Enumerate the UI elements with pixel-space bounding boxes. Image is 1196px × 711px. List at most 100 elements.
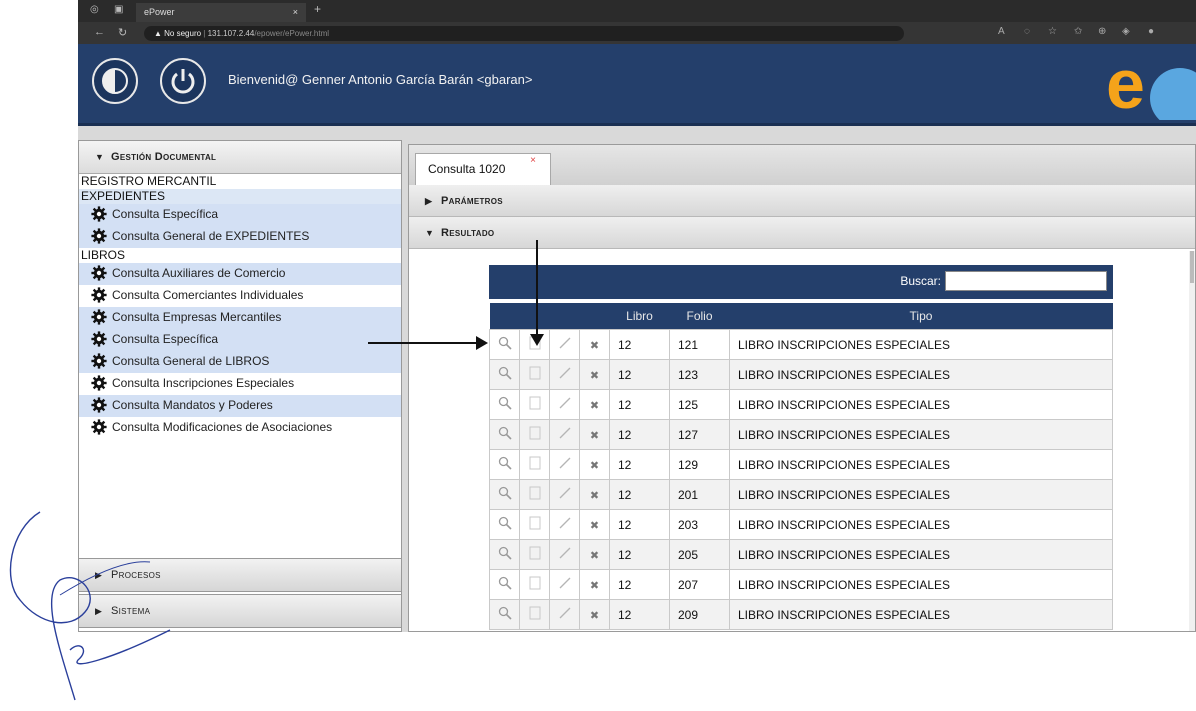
delete-button[interactable]: ✖: [579, 359, 610, 390]
tab-close-icon[interactable]: ×: [530, 146, 536, 176]
delete-button[interactable]: ✖: [579, 509, 610, 540]
menu-section-expedientes[interactable]: EXPEDIENTES: [79, 189, 401, 204]
magnifier-button[interactable]: [489, 359, 520, 390]
gear-icon: [91, 331, 107, 347]
pencil-button[interactable]: [549, 449, 580, 480]
pencil-button[interactable]: [549, 479, 580, 510]
cell-libro: 12: [609, 419, 670, 450]
scrollbar[interactable]: [1189, 251, 1195, 631]
menu-item[interactable]: Consulta Específica: [79, 329, 401, 351]
profile-icon[interactable]: ●: [1148, 26, 1154, 37]
menu-item-label: Consulta Específica: [112, 332, 219, 346]
section-parametros[interactable]: ▶ Parámetros: [409, 185, 1195, 217]
menu-item[interactable]: Consulta Auxiliares de Comercio: [79, 263, 401, 285]
table-row[interactable]: ✖ 12 203 LIBRO INSCRIPCIONES ESPECIALES: [489, 509, 1113, 540]
table-row[interactable]: ✖ 12 125 LIBRO INSCRIPCIONES ESPECIALES: [489, 389, 1113, 420]
menu-section-registro-mercantil[interactable]: REGISTRO MERCANTIL: [79, 174, 401, 189]
pencil-button[interactable]: [549, 359, 580, 390]
menu-item[interactable]: Consulta Inscripciones Especiales: [79, 373, 401, 395]
pencil-button[interactable]: [549, 569, 580, 600]
new-tab-button[interactable]: +: [314, 2, 321, 16]
logout-button[interactable]: [160, 58, 206, 104]
column-libro[interactable]: Libro: [609, 303, 670, 330]
browser-tab[interactable]: ePower ×: [136, 3, 306, 22]
browser-essentials-icon[interactable]: ◈: [1122, 26, 1130, 37]
table-row[interactable]: ✖ 12 121 LIBRO INSCRIPCIONES ESPECIALES: [489, 329, 1113, 360]
document-button[interactable]: [519, 449, 550, 480]
document-button[interactable]: [519, 599, 550, 630]
menu-item[interactable]: Consulta Modificaciones de Asociaciones: [79, 417, 401, 439]
menu-item[interactable]: Consulta Comerciantes Individuales: [79, 285, 401, 307]
favorites-icon[interactable]: ✩: [1074, 26, 1082, 37]
pencil-button[interactable]: [549, 509, 580, 540]
magnifier-button[interactable]: [489, 419, 520, 450]
delete-button[interactable]: ✖: [579, 389, 610, 420]
delete-button[interactable]: ✖: [579, 329, 610, 360]
magnifier-button[interactable]: [489, 479, 520, 510]
document-icon: [529, 366, 541, 383]
collections-icon[interactable]: ⊕: [1098, 26, 1106, 37]
magnifier-button[interactable]: [489, 389, 520, 420]
document-button[interactable]: [519, 359, 550, 390]
pencil-button[interactable]: [549, 329, 580, 360]
theme-toggle-button[interactable]: [92, 58, 138, 104]
cell-libro: 12: [609, 479, 670, 510]
menu-item-label: Consulta Específica: [112, 207, 219, 221]
delete-button[interactable]: ✖: [579, 449, 610, 480]
table-row[interactable]: ✖ 12 209 LIBRO INSCRIPCIONES ESPECIALES: [489, 599, 1113, 630]
favorite-star-icon[interactable]: ☆: [1048, 26, 1057, 37]
table-row[interactable]: ✖ 12 123 LIBRO INSCRIPCIONES ESPECIALES: [489, 359, 1113, 390]
address-bar[interactable]: ▲ No seguro | 131.107.2.44/epower/ePower…: [144, 26, 904, 41]
document-button[interactable]: [519, 479, 550, 510]
tab-consulta[interactable]: Consulta 1020 ×: [415, 153, 551, 185]
tab-overview-icon[interactable]: ▣: [114, 4, 123, 15]
column-tipo[interactable]: Tipo: [729, 303, 1113, 330]
magnifier-button[interactable]: [489, 509, 520, 540]
cell-libro: 12: [609, 539, 670, 570]
table-row[interactable]: ✖ 12 205 LIBRO INSCRIPCIONES ESPECIALES: [489, 539, 1113, 570]
document-button[interactable]: [519, 569, 550, 600]
magnifier-button[interactable]: [489, 599, 520, 630]
menu-section-libros[interactable]: LIBROS: [79, 248, 401, 263]
menu-item[interactable]: Consulta General de EXPEDIENTES: [79, 226, 401, 248]
table-row[interactable]: ✖ 12 127 LIBRO INSCRIPCIONES ESPECIALES: [489, 419, 1113, 450]
back-icon[interactable]: ←: [94, 26, 105, 38]
column-folio[interactable]: Folio: [669, 303, 730, 330]
accordion-gestion-documental[interactable]: ▼ Gestión Documental: [79, 141, 401, 174]
table-row[interactable]: ✖ 12 129 LIBRO INSCRIPCIONES ESPECIALES: [489, 449, 1113, 480]
menu-item[interactable]: Consulta Empresas Mercantiles: [79, 307, 401, 329]
pencil-button[interactable]: [549, 389, 580, 420]
pencil-button[interactable]: [549, 419, 580, 450]
table-row[interactable]: ✖ 12 201 LIBRO INSCRIPCIONES ESPECIALES: [489, 479, 1113, 510]
document-button[interactable]: [519, 389, 550, 420]
pencil-button[interactable]: [549, 599, 580, 630]
cell-tipo: LIBRO INSCRIPCIONES ESPECIALES: [729, 569, 1113, 600]
cell-tipo: LIBRO INSCRIPCIONES ESPECIALES: [729, 599, 1113, 630]
section-resultado[interactable]: ▼ Resultado: [409, 217, 1195, 249]
magnifier-button[interactable]: [489, 569, 520, 600]
pencil-button[interactable]: [549, 539, 580, 570]
cell-folio: 207: [669, 569, 730, 600]
table-row[interactable]: ✖ 12 207 LIBRO INSCRIPCIONES ESPECIALES: [489, 569, 1113, 600]
menu-item[interactable]: Consulta General de LIBROS: [79, 351, 401, 373]
document-button[interactable]: [519, 419, 550, 450]
document-button[interactable]: [519, 509, 550, 540]
magnifier-button[interactable]: [489, 449, 520, 480]
magnifier-button[interactable]: [489, 329, 520, 360]
window-menu-icon[interactable]: ◎: [90, 4, 99, 15]
magnifier-button[interactable]: [489, 539, 520, 570]
browser-tab-close-icon[interactable]: ×: [293, 3, 298, 22]
delete-button[interactable]: ✖: [579, 599, 610, 630]
document-button[interactable]: [519, 539, 550, 570]
extension-icon[interactable]: A: [998, 26, 1005, 37]
read-aloud-icon[interactable]: ◌: [1024, 26, 1030, 37]
delete-button[interactable]: ✖: [579, 479, 610, 510]
search-input[interactable]: [945, 271, 1107, 291]
menu-item[interactable]: Consulta Mandatos y Poderes: [79, 395, 401, 417]
reload-icon[interactable]: ↻: [118, 26, 127, 39]
magnifier-icon: [498, 486, 512, 503]
delete-button[interactable]: ✖: [579, 419, 610, 450]
delete-button[interactable]: ✖: [579, 569, 610, 600]
menu-item[interactable]: Consulta Específica: [79, 204, 401, 226]
delete-button[interactable]: ✖: [579, 539, 610, 570]
